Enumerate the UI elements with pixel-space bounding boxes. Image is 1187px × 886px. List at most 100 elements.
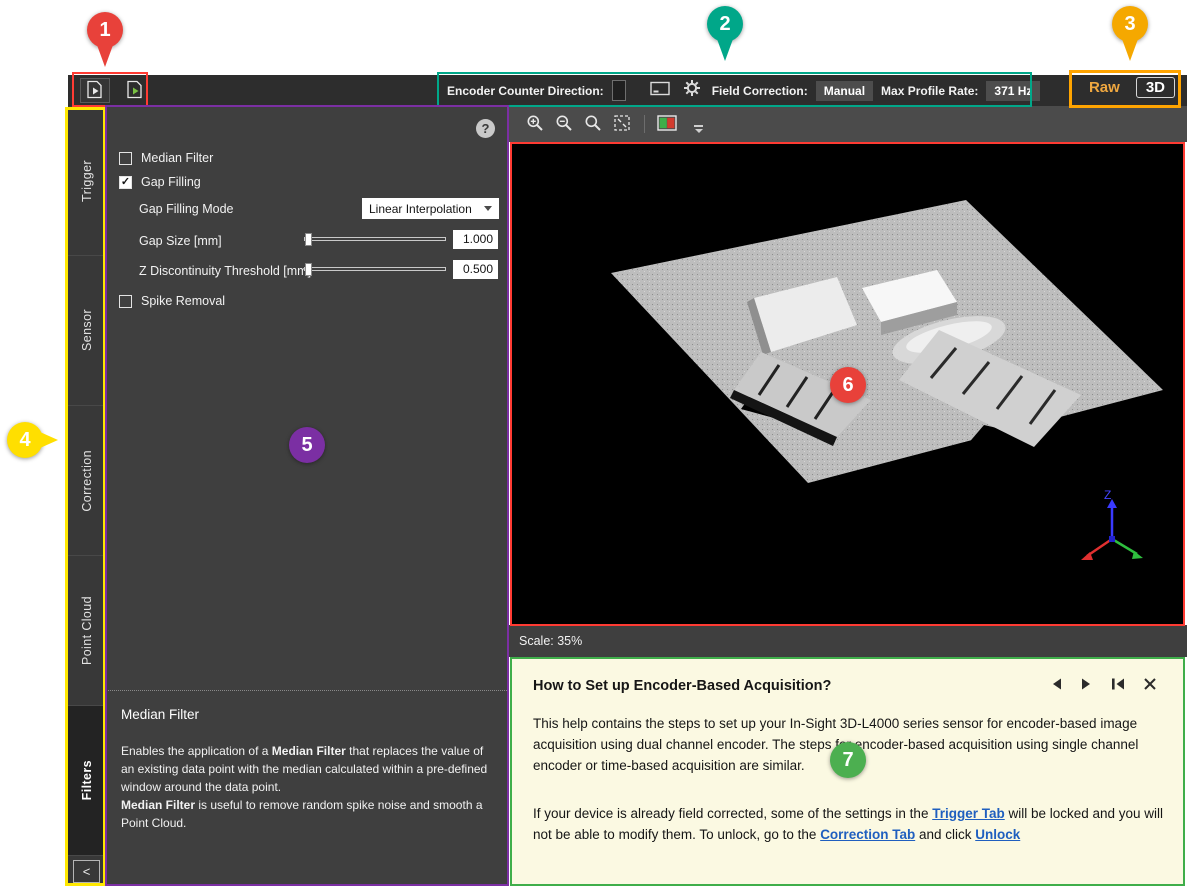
gap-size-slider-track	[304, 237, 446, 241]
overflow-chevron-icon	[695, 129, 703, 133]
toolbar-overflow-button[interactable]	[694, 125, 703, 133]
spike-removal-label: Spike Removal	[141, 294, 225, 308]
help-seg-3: and click	[915, 827, 975, 842]
tab-filters[interactable]: Filters	[68, 706, 105, 856]
tab-trigger-label: Trigger	[80, 160, 94, 202]
desc-seg-1: Enables the application of a	[121, 744, 272, 758]
acquisition-buttons	[80, 78, 150, 103]
encoder-direction-input[interactable]	[612, 80, 626, 101]
tab-sensor-label: Sensor	[80, 309, 94, 351]
gap-size-value[interactable]: 1.000	[453, 230, 498, 249]
scale-bar: Scale: 35%	[509, 625, 1187, 657]
callout-7: 7	[830, 742, 866, 778]
help-title: How to Set up Encoder-Based Acquisition?	[533, 678, 831, 694]
scale-label: Scale: 35%	[519, 634, 582, 648]
gap-size-label: Gap Size [mm]	[139, 234, 222, 248]
color-mode-button[interactable]	[655, 112, 679, 136]
tab-point-cloud[interactable]: Point Cloud	[68, 556, 105, 706]
help-navigation	[1050, 677, 1157, 694]
zoom-out-button[interactable]	[552, 112, 576, 136]
3d-view-button[interactable]: 3D	[1136, 77, 1175, 98]
correction-tab-link[interactable]: Correction Tab	[820, 827, 915, 842]
spike-removal-row: Spike Removal	[119, 294, 225, 308]
z-discontinuity-value[interactable]: 0.500	[453, 260, 498, 279]
help-seg-1: If your device is already field correcte…	[533, 806, 932, 821]
document-play-green-icon	[125, 80, 145, 102]
callout-4: 4	[7, 422, 43, 458]
gap-filling-row: Gap Filling	[119, 175, 201, 189]
gap-filling-mode-label: Gap Filling Mode	[139, 202, 234, 216]
chevron-down-icon	[484, 206, 492, 211]
filters-panel: ? Median Filter Gap Filling Gap Filling …	[105, 106, 509, 886]
document-play-icon	[85, 80, 105, 102]
gap-filling-checkbox[interactable]	[119, 176, 132, 189]
callout-3: 3	[1112, 6, 1148, 42]
view-mode-switch: Raw 3D	[1081, 77, 1175, 98]
view-toolbar	[509, 106, 1187, 142]
filter-description-text-2: Median Filter is useful to remove random…	[121, 796, 493, 832]
zoom-in-icon	[526, 114, 544, 135]
load-image-button[interactable]	[120, 78, 150, 103]
callout-5-number: 5	[301, 434, 312, 457]
desc-bold-2: Median Filter	[121, 798, 195, 812]
callout-7-number: 7	[842, 749, 853, 772]
help-first-button[interactable]	[1110, 677, 1126, 694]
median-filter-row: Median Filter	[119, 151, 213, 165]
image-view-button[interactable]	[648, 79, 672, 103]
tab-trigger[interactable]: Trigger	[68, 106, 105, 256]
gap-filling-mode-value: Linear Interpolation	[369, 202, 472, 216]
spike-removal-checkbox[interactable]	[119, 295, 132, 308]
gap-filling-mode-select[interactable]: Linear Interpolation	[362, 198, 499, 219]
previous-icon	[1050, 677, 1063, 694]
collapse-panel-button[interactable]: <	[68, 856, 105, 886]
tab-correction[interactable]: Correction	[68, 406, 105, 556]
zoom-in-button[interactable]	[523, 112, 547, 136]
collapse-panel-label: <	[73, 860, 100, 883]
raw-view-button[interactable]: Raw	[1081, 77, 1128, 98]
zoom-fit-icon	[613, 114, 631, 135]
desc-bold-1: Median Filter	[272, 744, 346, 758]
help-close-button[interactable]	[1143, 677, 1157, 694]
gap-size-slider-thumb[interactable]	[305, 233, 312, 246]
help-next-button[interactable]	[1080, 677, 1093, 694]
filter-description-text-1: Enables the application of a Median Filt…	[121, 742, 493, 796]
help-prev-button[interactable]	[1050, 677, 1063, 694]
close-icon	[1143, 677, 1157, 694]
max-profile-rate-value: 371 Hz	[986, 81, 1040, 101]
callout-6: 6	[830, 367, 866, 403]
z-discontinuity-slider[interactable]	[304, 263, 446, 276]
median-filter-checkbox[interactable]	[119, 152, 132, 165]
toolbar-separator	[644, 115, 645, 133]
field-correction-label: Field Correction:	[712, 84, 808, 98]
encoder-direction-label: Encoder Counter Direction:	[447, 84, 604, 98]
encoder-settings-group: Encoder Counter Direction: Field Correct…	[447, 75, 1040, 106]
z-discontinuity-slider-track	[304, 267, 446, 271]
color-palette-icon	[657, 115, 677, 134]
acquire-image-button[interactable]	[80, 78, 110, 103]
help-paragraph-2: If your device is already field correcte…	[533, 804, 1167, 846]
overflow-bar	[694, 125, 703, 127]
gap-filling-label: Gap Filling	[141, 175, 201, 189]
settings-button[interactable]	[680, 79, 704, 103]
zoom-reset-button[interactable]	[581, 112, 605, 136]
field-correction-value: Manual	[816, 81, 873, 101]
callout-2: 2	[707, 6, 743, 42]
axis-z-label: Z	[1104, 488, 1111, 502]
unlock-link[interactable]: Unlock	[975, 827, 1020, 842]
gear-icon	[683, 79, 701, 102]
trigger-tab-link[interactable]: Trigger Tab	[932, 806, 1005, 821]
panel-help-button[interactable]: ?	[476, 119, 495, 138]
next-icon	[1080, 677, 1093, 694]
top-toolbar: Encoder Counter Direction: Field Correct…	[68, 75, 1187, 106]
tab-sensor[interactable]: Sensor	[68, 256, 105, 406]
callout-3-number: 3	[1124, 13, 1135, 36]
gap-size-slider[interactable]	[304, 233, 446, 246]
max-profile-rate-label: Max Profile Rate:	[881, 84, 978, 98]
callout-1: 1	[87, 12, 123, 48]
first-icon	[1110, 677, 1126, 694]
tab-correction-label: Correction	[80, 450, 94, 512]
callout-6-number: 6	[842, 374, 853, 397]
z-discontinuity-slider-thumb[interactable]	[305, 263, 312, 276]
callout-2-number: 2	[719, 13, 730, 36]
zoom-fit-button[interactable]	[610, 112, 634, 136]
